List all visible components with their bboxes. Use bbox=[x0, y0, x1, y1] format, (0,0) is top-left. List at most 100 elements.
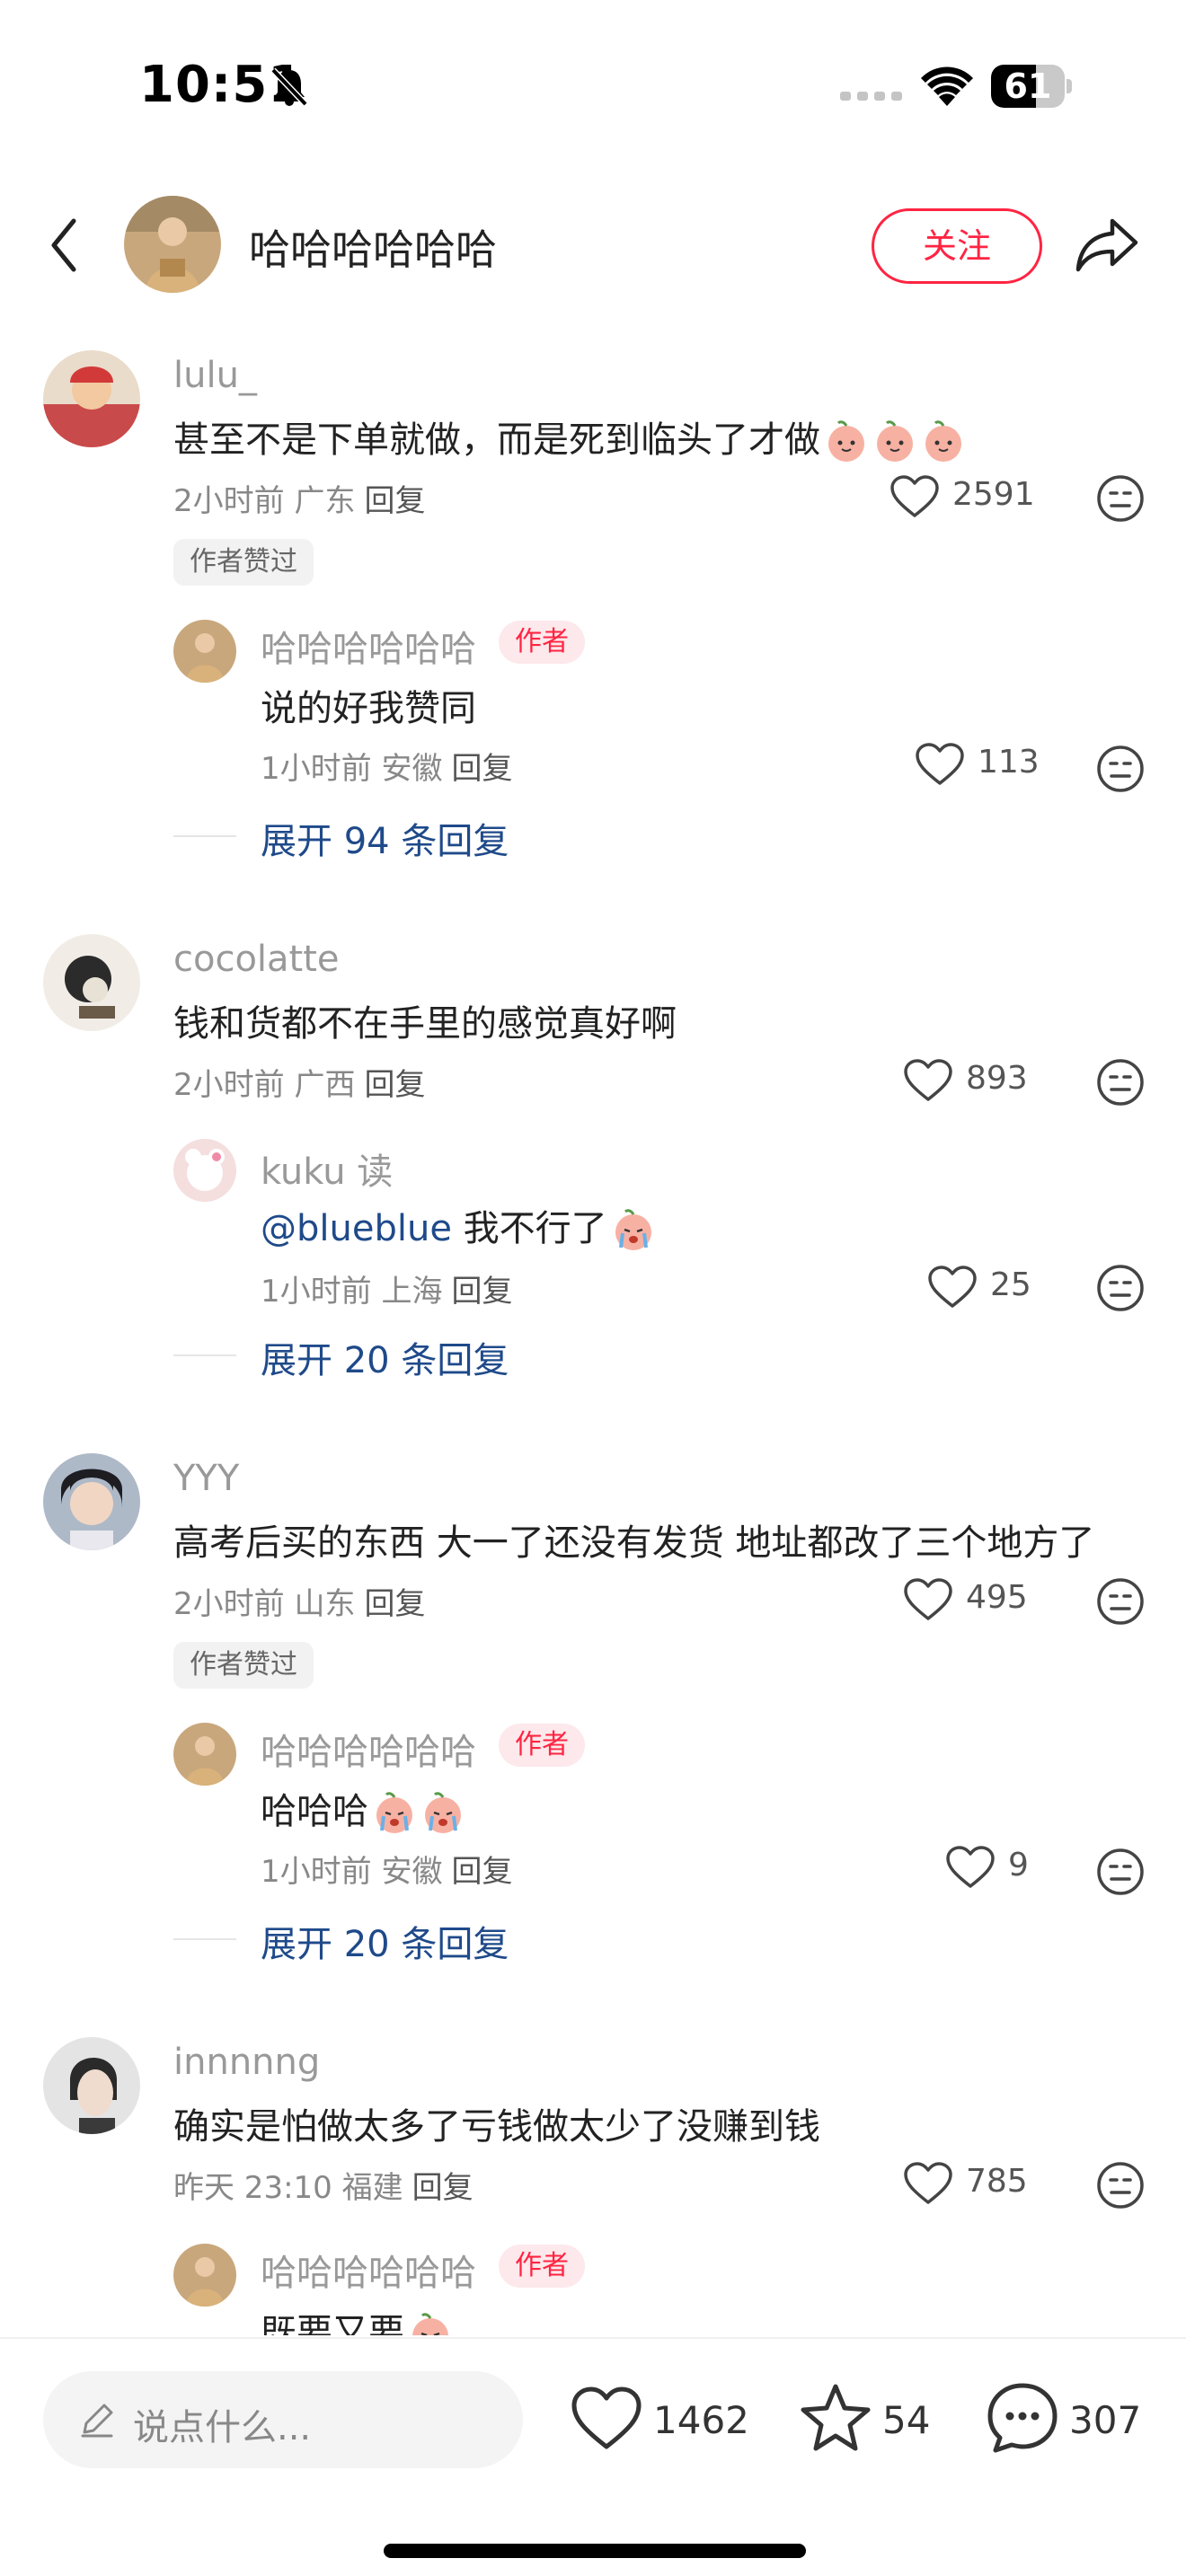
share-icon[interactable] bbox=[1075, 216, 1139, 273]
reply-link[interactable]: 回复 bbox=[364, 1067, 425, 1103]
battery-indicator: 61 bbox=[991, 65, 1072, 108]
author-name[interactable]: 哈哈哈哈哈哈 bbox=[249, 217, 497, 277]
user-avatar[interactable] bbox=[43, 1453, 140, 1550]
comment-text: 高考后买的东西 大一了还没有发货 地址都改了三个地方了 bbox=[173, 1522, 1095, 1564]
like-count: 113 bbox=[978, 744, 1040, 781]
like-count: 893 bbox=[966, 1060, 1028, 1097]
comment-like[interactable]: 495 bbox=[903, 1574, 1038, 1628]
favorite-button[interactable]: 54 bbox=[800, 2378, 943, 2459]
post-header: 哈哈哈哈哈哈 关注 bbox=[0, 180, 1186, 314]
comment-input[interactable]: 说点什么... bbox=[43, 2371, 523, 2468]
reply-avatar[interactable] bbox=[173, 1723, 236, 1786]
reply-link[interactable]: 回复 bbox=[451, 751, 512, 787]
like-count: 25 bbox=[990, 1266, 1031, 1303]
reaction-face-icon[interactable] bbox=[1095, 1576, 1146, 1627]
crying-peach-emoji bbox=[412, 2313, 448, 2335]
heart-icon bbox=[916, 743, 964, 785]
comment-button[interactable]: 307 bbox=[987, 2378, 1157, 2459]
comment-username[interactable]: lulu_ bbox=[173, 355, 257, 396]
comment-page: 10:51 61 哈哈哈哈哈哈 关注 lulu_ 甚至不是下单就做，而是死到临头… bbox=[0, 0, 1186, 2576]
author-avatar[interactable] bbox=[124, 196, 221, 293]
reply-like[interactable]: 25 bbox=[927, 1261, 1044, 1315]
comment-text: 甚至不是下单就做，而是死到临头了才做 bbox=[173, 410, 966, 464]
status-bar: 10:51 61 bbox=[0, 0, 1186, 171]
comment-username[interactable]: cocolatte bbox=[173, 939, 340, 980]
comment-like[interactable]: 785 bbox=[903, 2157, 1038, 2211]
mention-link[interactable]: @blueblue bbox=[261, 1208, 452, 1249]
follow-button[interactable]: 关注 bbox=[872, 208, 1042, 284]
comment-bubble-icon bbox=[987, 2383, 1058, 2453]
reaction-face-icon[interactable] bbox=[1095, 2160, 1146, 2210]
comment-input-placeholder: 说点什么... bbox=[133, 2407, 312, 2448]
reply-username[interactable]: 哈哈哈哈哈哈 bbox=[261, 2244, 476, 2296]
battery-percent: 61 bbox=[1004, 66, 1052, 106]
reply-meta: 1小时前 安徽 回复 bbox=[261, 751, 513, 787]
like-total: 1462 bbox=[653, 2398, 749, 2442]
reply-username[interactable]: 哈哈哈哈哈哈 bbox=[261, 1723, 476, 1775]
expand-replies[interactable]: 展开 20 条回复 bbox=[173, 1915, 623, 1965]
reply-text: 既要又要 bbox=[261, 2303, 453, 2335]
reply-meta: 1小时前 上海 回复 bbox=[261, 1274, 513, 1310]
home-indicator bbox=[384, 2544, 806, 2558]
heart-icon bbox=[904, 1059, 952, 1101]
reply-text: 哈哈哈 bbox=[261, 1782, 465, 1836]
star-icon bbox=[801, 2384, 871, 2451]
author-tag: 作者 bbox=[499, 1724, 585, 1767]
comment-meta: 2小时前 广东 回复 bbox=[173, 483, 426, 519]
reply-username[interactable]: kuku 读 bbox=[261, 1142, 393, 1195]
author-liked-badge: 作者赞过 bbox=[173, 539, 314, 586]
reply-avatar[interactable] bbox=[173, 2244, 236, 2307]
reply-link[interactable]: 回复 bbox=[364, 1586, 425, 1622]
author-tag: 作者 bbox=[499, 621, 585, 664]
wifi-icon bbox=[921, 66, 973, 106]
reply-link[interactable]: 回复 bbox=[412, 2170, 474, 2206]
reaction-face-icon[interactable] bbox=[1095, 1263, 1146, 1313]
reply-link[interactable]: 回复 bbox=[364, 483, 425, 519]
reply-like[interactable]: 9 bbox=[945, 1841, 1053, 1895]
expand-replies[interactable]: 展开 94 条回复 bbox=[173, 812, 623, 862]
like-count: 495 bbox=[966, 1579, 1028, 1616]
comment-like[interactable]: 2591 bbox=[890, 471, 1035, 525]
reply-link[interactable]: 回复 bbox=[451, 1854, 512, 1890]
heart-icon bbox=[571, 2386, 642, 2449]
comment-text: 钱和货都不在手里的感觉真好啊 bbox=[173, 1003, 677, 1045]
comment-username[interactable]: YYY bbox=[173, 1458, 239, 1499]
like-count: 9 bbox=[1008, 1847, 1029, 1883]
author-liked-badge: 作者赞过 bbox=[173, 1642, 314, 1689]
user-avatar[interactable] bbox=[43, 934, 140, 1031]
reaction-face-icon[interactable] bbox=[1095, 473, 1146, 524]
comment-total: 307 bbox=[1069, 2398, 1142, 2442]
reply-avatar[interactable] bbox=[173, 620, 236, 683]
reaction-face-icon[interactable] bbox=[1095, 1847, 1146, 1897]
reply-avatar[interactable] bbox=[173, 1139, 236, 1202]
crying-peach-emoji bbox=[368, 1791, 465, 1833]
comment-username[interactable]: innnnng bbox=[173, 2042, 320, 2083]
heart-icon bbox=[890, 475, 939, 517]
peach-face-emoji bbox=[820, 419, 966, 462]
reply-meta: 1小时前 安徽 回复 bbox=[261, 1854, 513, 1890]
reply-link[interactable]: 回复 bbox=[451, 1274, 512, 1310]
heart-icon bbox=[904, 2162, 952, 2204]
like-button[interactable]: 1462 bbox=[571, 2378, 750, 2459]
reply-text: 说的好我赞同 bbox=[261, 688, 476, 729]
comment-like[interactable]: 893 bbox=[903, 1054, 1038, 1108]
user-avatar[interactable] bbox=[43, 2037, 140, 2134]
reply-text: @blueblue 我不行了 bbox=[261, 1199, 656, 1253]
reaction-face-icon[interactable] bbox=[1095, 1057, 1146, 1107]
bottom-action-bar: 说点什么... 1462 54 307 bbox=[0, 2337, 1186, 2576]
author-tag: 作者 bbox=[499, 2245, 585, 2288]
user-avatar[interactable] bbox=[43, 350, 140, 447]
heart-icon bbox=[904, 1578, 952, 1620]
reply-username[interactable]: 哈哈哈哈哈哈 bbox=[261, 620, 476, 672]
comment-meta: 2小时前 山东 回复 bbox=[173, 1586, 426, 1622]
silent-bell-icon bbox=[270, 67, 308, 107]
pencil-icon bbox=[81, 2404, 113, 2438]
expand-replies[interactable]: 展开 20 条回复 bbox=[173, 1331, 623, 1381]
reaction-face-icon[interactable] bbox=[1095, 744, 1146, 794]
heart-icon bbox=[946, 1846, 995, 1888]
comment-list: lulu_ 甚至不是下单就做，而是死到临头了才做 2小时前 广东 回复 2591 … bbox=[0, 323, 1186, 2335]
back-arrow-icon[interactable] bbox=[43, 214, 88, 277]
comment-meta: 2小时前 广西 回复 bbox=[173, 1067, 426, 1103]
reply-like[interactable]: 113 bbox=[915, 738, 1040, 792]
like-count: 2591 bbox=[952, 476, 1035, 513]
